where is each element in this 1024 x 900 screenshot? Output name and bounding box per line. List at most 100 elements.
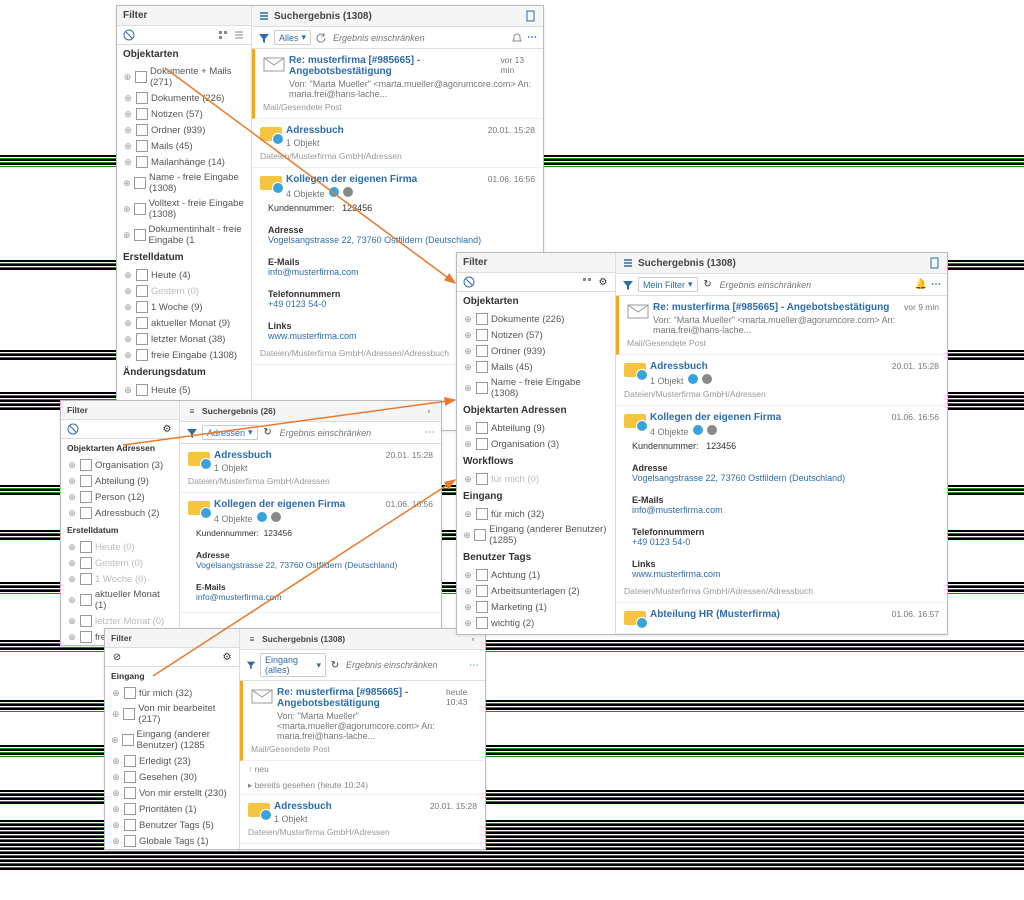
expand-icon[interactable]: ⊕ — [123, 178, 131, 188]
filter-row[interactable]: ⊕Abteilung (9) — [61, 473, 179, 489]
search-input[interactable] — [331, 31, 507, 45]
expand-icon[interactable]: ⊕ — [67, 632, 77, 642]
expand-icon[interactable]: ⊕ — [463, 330, 473, 340]
new-doc-icon[interactable] — [929, 257, 941, 269]
filter-dropdown[interactable]: Alles▾ — [274, 30, 311, 45]
expand-icon[interactable]: ⊕ — [463, 474, 473, 484]
filter-row[interactable]: ⊕Prioritäten (1) — [105, 801, 239, 817]
filter-row[interactable]: ⊕Von mir erstellt (230) — [105, 785, 239, 801]
filter-row[interactable]: ⊕Heute (0) — [61, 539, 179, 555]
checkbox[interactable] — [80, 459, 92, 471]
expand-icon[interactable]: ⊕ — [111, 804, 121, 814]
expand-icon[interactable]: ⊕ — [111, 820, 121, 830]
checkbox[interactable] — [124, 771, 136, 783]
filter-row[interactable]: ⊕Benutzer Tags (5) — [105, 817, 239, 833]
settings-icon[interactable] — [233, 29, 245, 41]
checkbox[interactable] — [136, 333, 148, 345]
expand-icon[interactable]: ⊕ — [463, 602, 473, 612]
filter-row[interactable]: ⊕Volltext - freie Eingabe (1308) — [117, 196, 251, 222]
expand-icon[interactable]: ⊕ — [123, 286, 133, 296]
checkbox[interactable] — [124, 819, 136, 831]
checkbox[interactable] — [476, 473, 488, 485]
filter-row[interactable]: ⊕Globale Tags (1) — [105, 833, 239, 849]
new-doc-icon[interactable]: ▫ — [423, 405, 435, 417]
filter-row[interactable]: ⊕Marketing (1) — [457, 599, 615, 615]
result-mail[interactable]: Re: musterfirma [#985665] - Angebotsbest… — [240, 681, 485, 761]
more-icon[interactable]: ⋯ — [527, 32, 537, 43]
filter-row[interactable]: ⊕letzter Monat (0) — [61, 613, 179, 629]
checkbox[interactable] — [136, 124, 148, 136]
checkbox[interactable] — [136, 349, 148, 361]
result-folder[interactable]: Adressbuch20.01. 15:281 Objekt Dateien/M… — [616, 355, 947, 406]
more-icon[interactable]: ⋯ — [425, 427, 435, 438]
expand-icon[interactable]: ⊕ — [111, 772, 121, 782]
checkbox[interactable] — [136, 285, 148, 297]
filter-row[interactable]: ⊕Adressbuch (2) — [61, 505, 179, 521]
checkbox[interactable] — [136, 269, 148, 281]
filter-row[interactable]: ⊕aktueller Monat (9) — [117, 315, 251, 331]
checkbox[interactable] — [476, 508, 488, 520]
expand-icon[interactable]: ⊕ — [111, 836, 121, 846]
filter-funnel-icon[interactable] — [258, 32, 270, 44]
expand-icon[interactable]: ⊕ — [123, 72, 132, 82]
filter-row[interactable]: ⊕Name - freie Eingabe (1308) — [117, 170, 251, 196]
checkbox[interactable] — [476, 601, 488, 613]
expand-icon[interactable]: ⊕ — [67, 574, 77, 584]
filter-row[interactable]: ⊕Gestern (0) — [61, 555, 179, 571]
checkbox[interactable] — [124, 687, 136, 699]
checkbox[interactable] — [476, 313, 488, 325]
filter-row[interactable]: ⊕aktueller Monat (1) — [61, 587, 179, 613]
clear-icon[interactable]: ⊘ — [111, 651, 123, 663]
config-icon[interactable]: ⚙ — [221, 651, 233, 663]
search-input[interactable] — [278, 426, 421, 440]
expand-icon[interactable]: ⊕ — [111, 709, 120, 719]
checkbox[interactable] — [80, 594, 92, 606]
expand-icon[interactable]: ⊕ — [111, 788, 121, 798]
expand-icon[interactable]: ⊕ — [463, 362, 473, 372]
expand-icon[interactable]: ⊕ — [111, 688, 121, 698]
config-icon[interactable] — [581, 276, 593, 288]
filter-funnel-icon[interactable] — [246, 659, 256, 671]
filter-row[interactable]: ⊕Heute (5) — [117, 382, 251, 398]
filter-row[interactable]: ⊕Dokumente + Mails (271) — [117, 64, 251, 90]
checkbox[interactable] — [124, 787, 136, 799]
result-folder-detail[interactable]: Kollegen der eigenen Firma01.06. 16:564 … — [616, 406, 947, 603]
checkbox[interactable] — [136, 92, 148, 104]
filter-row[interactable]: ⊕letzter Monat (38) — [117, 331, 251, 347]
expand-icon[interactable]: ⊕ — [111, 756, 121, 766]
refresh-icon[interactable]: ↻ — [262, 427, 274, 439]
filter-row[interactable]: ⊕Dokumente (226) — [117, 90, 251, 106]
result-folder[interactable]: Adressbuch20.01. 15:281 Objekt Dateien/M… — [240, 795, 485, 844]
filter-row[interactable]: ⊕Von mir bearbeitet (217) — [105, 701, 239, 727]
checkbox[interactable] — [476, 569, 488, 581]
expand-icon[interactable]: ⊕ — [123, 318, 133, 328]
checkbox[interactable] — [134, 203, 146, 215]
refresh-icon[interactable] — [315, 32, 327, 44]
expand-icon[interactable]: ⊕ — [123, 204, 131, 214]
clear-icon[interactable] — [67, 423, 79, 435]
filter-dropdown[interactable]: Eingang (alles)▾ — [260, 653, 326, 677]
checkbox[interactable] — [476, 585, 488, 597]
settings-icon[interactable]: ⚙ — [597, 276, 609, 288]
checkbox[interactable] — [136, 140, 148, 152]
filter-row[interactable]: ⊕Dokumentinhalt - freie Eingabe (1 — [117, 222, 251, 248]
checkbox[interactable] — [123, 708, 135, 720]
expand-icon[interactable]: ⊕ — [463, 618, 473, 628]
filter-row[interactable]: ⊕Person (12) — [61, 489, 179, 505]
more-icon[interactable]: ⋯ — [469, 660, 479, 671]
filter-row[interactable]: ⊕Eingang (anderer Benutzer) (1285 — [105, 727, 239, 753]
expand-icon[interactable]: ⊕ — [463, 383, 473, 393]
result-mail[interactable]: Re: musterfirma [#985665] - Angebotsbest… — [252, 49, 543, 119]
filter-row[interactable]: ⊕wichtig (2) — [457, 615, 615, 631]
checkbox[interactable] — [124, 755, 136, 767]
filter-row[interactable]: ⊕Heute (4) — [117, 267, 251, 283]
checkbox[interactable] — [80, 507, 92, 519]
result-folder-detail[interactable]: Kollegen der eigenen Firma01.06. 16:564 … — [180, 493, 441, 613]
config-icon[interactable]: ⚙ — [161, 423, 173, 435]
filter-row[interactable]: ⊕1 Woche (9) — [117, 299, 251, 315]
expand-icon[interactable]: ⊕ — [123, 385, 133, 395]
result-folder[interactable]: Adressbuch20.01. 15:281 Objekt Dateien/M… — [180, 444, 441, 493]
filter-row[interactable]: ⊕Dokumente (226) — [457, 311, 615, 327]
more-icon[interactable]: ⋯ — [931, 279, 941, 290]
result-mail[interactable]: Re: musterfirma [#985665] - Angebotsbest… — [616, 296, 947, 355]
